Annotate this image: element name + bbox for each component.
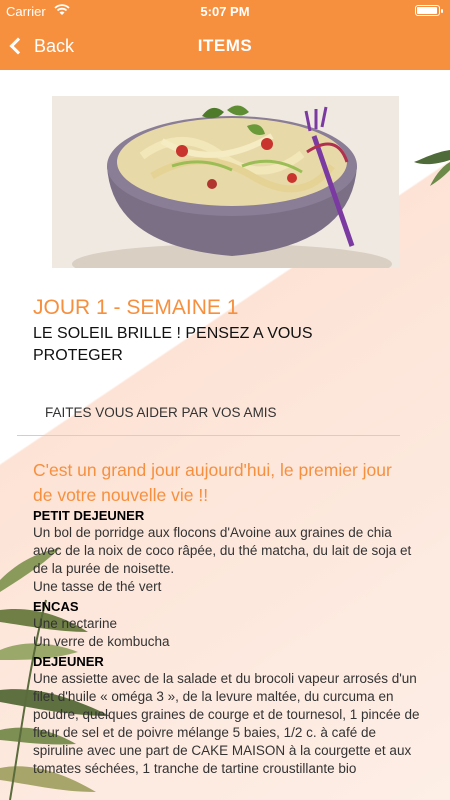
status-time: 5:07 PM	[200, 4, 250, 19]
help-text: FAITES VOUS AIDER PAR VOS AMIS	[45, 405, 277, 420]
meal-line: Une assiette avec de la salade et du bro…	[33, 671, 420, 776]
meal-line: Une nectarine	[33, 616, 118, 631]
meal-snack: ENCAS Une nectarine Un verre de kombucha	[33, 599, 423, 651]
meal-title: PETIT DEJEUNER	[33, 508, 145, 523]
item-content: JOUR 1 - SEMAINE 1 LE SOLEIL BRILLE ! PE…	[0, 0, 450, 800]
page-title: ITEMS	[197, 36, 253, 55]
meal-line: Un verre de kombucha	[33, 634, 170, 649]
meal-title: DEJEUNER	[33, 654, 104, 669]
meal-breakfast: PETIT DEJEUNER Un bol de porridge aux fl…	[33, 508, 423, 596]
meal-lunch: DEJEUNER Une assiette avec de la salade …	[33, 654, 423, 778]
meal-title: ENCAS	[33, 599, 79, 614]
divider	[17, 435, 400, 436]
item-subtitle: LE SOLEIL BRILLE ! PENSEZ A VOUS PROTEGE…	[33, 325, 313, 364]
battery-icon	[415, 5, 443, 16]
intro-text: C'est un grand jour aujourd'hui, le prem…	[33, 460, 392, 505]
status-bar: Carrier 5:07 PM	[0, 0, 450, 22]
meal-line: Un bol de porridge aux flocons d'Avoine …	[33, 525, 412, 576]
nav-header: Carrier 5:07 PM Back ITEMS	[0, 0, 450, 70]
day-title: JOUR 1 - SEMAINE 1	[33, 296, 239, 319]
meal-line: Une tasse de thé vert	[33, 579, 162, 594]
